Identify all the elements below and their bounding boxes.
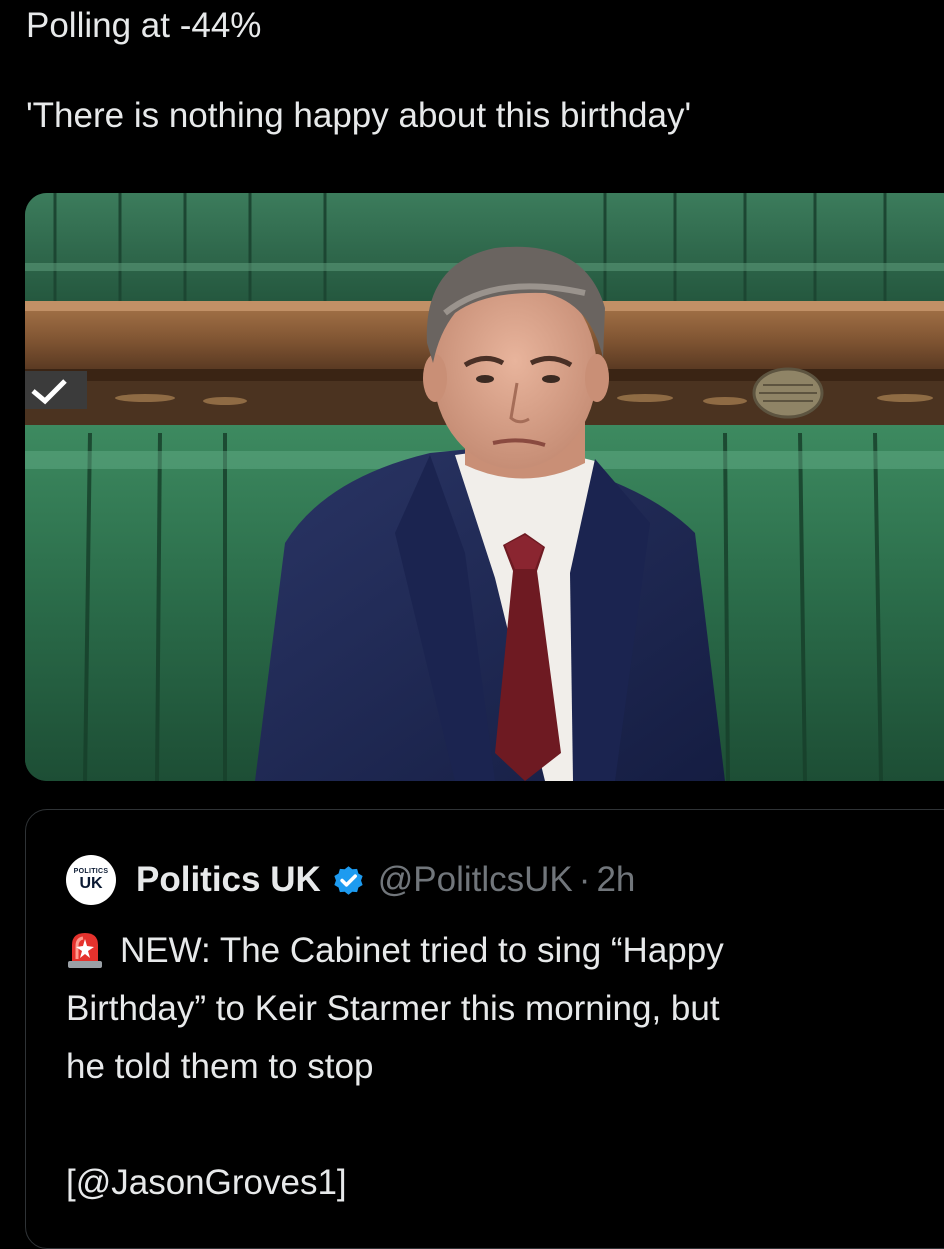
quoted-tweet-line-3: he told them to stop bbox=[66, 1047, 374, 1086]
tweet-photo[interactable] bbox=[25, 193, 944, 781]
display-name[interactable]: Politics UK bbox=[136, 860, 321, 900]
tweet-text-line: 'There is nothing happy about this birth… bbox=[26, 96, 692, 135]
quoted-tweet-text-1: NEW: The Cabinet tried to sing “Happy bbox=[120, 931, 724, 970]
photo-illustration bbox=[25, 193, 944, 781]
tweet-text: Polling at -44% 'There is nothing happy … bbox=[26, 4, 926, 138]
quoted-tweet-paragraph-gap bbox=[66, 1096, 936, 1154]
quoted-tweet-header: POLITICS UK Politics UK @PolitlcsUK · 2h bbox=[66, 854, 635, 906]
verified-badge-icon bbox=[334, 865, 363, 895]
quoted-tweet-text: NEW: The Cabinet tried to sing “Happy Bi… bbox=[66, 922, 936, 1212]
handle[interactable]: @PolitlcsUK bbox=[378, 860, 573, 900]
avatar[interactable]: POLITICS UK bbox=[66, 855, 116, 905]
quoted-tweet-line-2: Birthday” to Keir Starmer this morning, … bbox=[66, 989, 720, 1028]
timestamp[interactable]: 2h bbox=[596, 860, 635, 900]
tweet-paragraph-gap bbox=[26, 48, 926, 94]
quoted-tweet-card[interactable]: POLITICS UK Politics UK @PolitlcsUK · 2h… bbox=[25, 809, 944, 1249]
quoted-tweet-credit[interactable]: [@JasonGroves1] bbox=[66, 1154, 936, 1212]
quoted-tweet-line-1: NEW: The Cabinet tried to sing “Happy bbox=[66, 922, 936, 980]
siren-emoji-icon bbox=[68, 933, 102, 968]
avatar-label-big: UK bbox=[79, 875, 103, 892]
tweet-text-line: Polling at -44% bbox=[26, 6, 262, 45]
avatar-label-small: POLITICS bbox=[73, 868, 109, 875]
separator-dot: · bbox=[578, 860, 591, 899]
